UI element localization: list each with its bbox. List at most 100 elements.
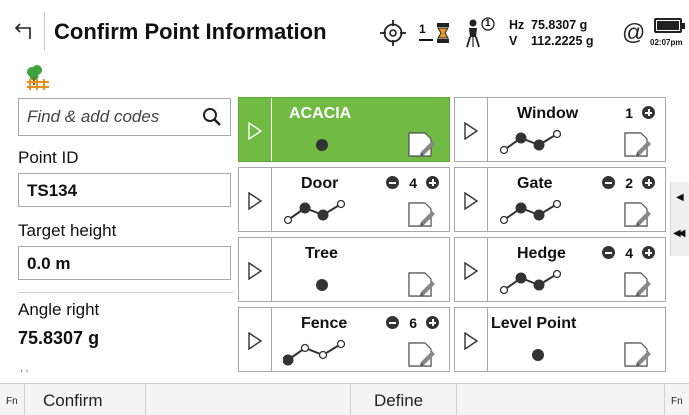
v-label: V (509, 34, 518, 48)
prism-icon (437, 23, 449, 43)
line-code-icon (499, 269, 562, 295)
angle-readout: Hz 75.8307 g V 112.2225 g (509, 17, 594, 49)
select-code-button[interactable] (239, 98, 272, 161)
select-code-button[interactable] (239, 308, 272, 371)
decrement-icon[interactable] (386, 176, 399, 189)
page-title: Confirm Point Information (54, 19, 327, 44)
face-number: 1 (485, 18, 491, 29)
play-arrow-icon (464, 262, 479, 280)
code-card[interactable]: Level Point (454, 307, 666, 372)
play-arrow-icon (248, 262, 263, 280)
hz-value: 75.8307 g (531, 18, 588, 32)
back-arrow-icon[interactable] (12, 20, 34, 42)
edit-pencil-icon[interactable] (623, 130, 651, 158)
side-scroll-controls: ◀ ◀◀ (670, 182, 689, 256)
section-divider (18, 292, 233, 293)
line-code-icon (283, 199, 346, 225)
increment-icon[interactable] (642, 246, 655, 259)
edit-pencil-icon[interactable] (623, 200, 651, 228)
increment-icon[interactable] (426, 316, 439, 329)
code-count: 6 (409, 315, 417, 331)
scroll-fast-left-arrow[interactable]: ◀◀ (673, 228, 686, 239)
code-count: 2 (625, 175, 633, 191)
code-card[interactable]: Fence 6 (238, 307, 450, 372)
v-value: 112.2225 g (531, 34, 594, 48)
code-name: Door (301, 175, 339, 192)
scroll-left-arrow[interactable]: ◀ (676, 192, 684, 203)
code-grid: ACACIA Window 1 Door 4 Gate 2 Tree Hedge 4 Fence 6 L… (238, 97, 666, 373)
search-icon[interactable] (202, 107, 222, 127)
edit-pencil-icon[interactable] (623, 270, 651, 298)
angle-right-label: Angle right (18, 300, 100, 319)
increment-icon[interactable] (642, 106, 655, 119)
code-count: 4 (409, 175, 417, 191)
code-name: Gate (517, 175, 553, 192)
select-code-button[interactable] (455, 98, 488, 161)
tree-fence-code-icon (27, 65, 49, 90)
code-name: Tree (305, 245, 338, 262)
select-code-button[interactable] (455, 168, 488, 231)
point-id-value: TS134 (27, 181, 78, 200)
edit-pencil-icon[interactable] (623, 340, 651, 368)
line-code-icon (499, 129, 562, 155)
code-name: ACACIA (289, 105, 352, 122)
select-code-button[interactable] (455, 308, 488, 371)
more-indicator: , , (20, 363, 29, 374)
code-card[interactable]: Door 4 (238, 167, 450, 232)
bottom-toolbar: Fn Confirm Define Fn (0, 383, 689, 415)
code-card[interactable]: Window 1 (454, 97, 666, 162)
code-count: 4 (625, 245, 633, 261)
decrement-icon[interactable] (386, 316, 399, 329)
edit-pencil-icon[interactable] (407, 270, 435, 298)
code-card[interactable]: Hedge 4 (454, 237, 666, 302)
edit-pencil-icon[interactable] (407, 200, 435, 228)
crosshair-target-icon[interactable] (380, 20, 406, 46)
play-arrow-icon (248, 192, 263, 210)
code-card[interactable]: ACACIA (238, 97, 450, 162)
fn-right-key[interactable]: Fn (671, 396, 683, 407)
battery-icon[interactable] (654, 18, 685, 33)
play-arrow-icon (464, 192, 479, 210)
target-height-field[interactable]: 0.0 m (18, 246, 231, 280)
confirm-button[interactable]: Confirm (43, 391, 103, 411)
target-height-label: Target height (18, 221, 117, 240)
top-bar: Confirm Point Information 1 1 Hz 75.8307 … (0, 0, 689, 62)
select-code-button[interactable] (239, 168, 272, 231)
connection-status-icon[interactable]: @ (622, 19, 645, 46)
target-height-value: 0.0 m (27, 254, 71, 273)
code-card[interactable]: Tree (238, 237, 450, 302)
edit-pencil-icon[interactable] (407, 340, 435, 368)
increment-icon[interactable] (642, 176, 655, 189)
select-code-button[interactable] (455, 238, 488, 301)
prism-status[interactable]: 1 (419, 21, 457, 47)
angle-right-value: 75.8307 g (18, 328, 100, 348)
play-arrow-icon (248, 332, 263, 350)
decrement-icon[interactable] (602, 246, 615, 259)
code-name: Window (517, 105, 579, 122)
header-separator (44, 12, 45, 50)
point-code-icon (316, 279, 328, 291)
code-name: Fence (301, 315, 348, 332)
code-search-input[interactable] (27, 107, 197, 127)
code-search-box[interactable] (18, 98, 231, 136)
point-id-label: Point ID (18, 148, 79, 167)
fn-left-key[interactable]: Fn (6, 396, 18, 407)
code-name: Hedge (517, 245, 566, 262)
prism-underline (419, 39, 433, 41)
increment-icon[interactable] (426, 176, 439, 189)
point-code-icon (316, 139, 328, 151)
point-id-field[interactable]: TS134 (18, 173, 231, 207)
select-code-button[interactable] (239, 238, 272, 301)
code-name: Level Point (491, 315, 577, 332)
prism-constant: 1 (419, 22, 426, 36)
play-arrow-icon (464, 122, 479, 140)
decrement-icon[interactable] (602, 176, 615, 189)
line-code-icon (499, 199, 562, 225)
code-card[interactable]: Gate 2 (454, 167, 666, 232)
define-button[interactable]: Define (374, 391, 423, 411)
point-code-icon (532, 349, 544, 361)
clock-time: 02:07pm (650, 38, 683, 47)
edit-pencil-icon[interactable] (407, 130, 435, 158)
hz-label: Hz (509, 18, 525, 32)
fence-code-icon (283, 339, 346, 366)
